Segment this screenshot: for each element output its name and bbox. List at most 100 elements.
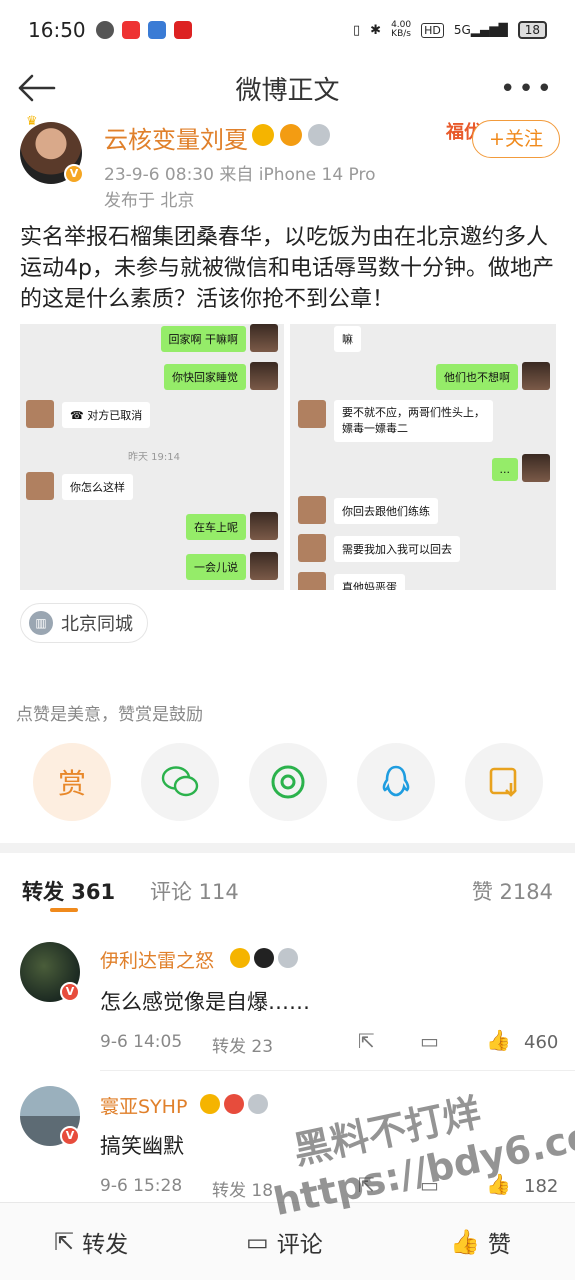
save-image-button[interactable]	[465, 743, 543, 821]
chat-bubble: 一会儿说	[186, 554, 246, 580]
tab-repost[interactable]: 转发 361	[22, 876, 115, 906]
follow-button[interactable]: +关注	[472, 120, 560, 158]
app-blue-icon	[147, 21, 166, 39]
location-chip[interactable]: ▥ 北京同城	[20, 603, 148, 643]
crown-badge-icon	[200, 1094, 220, 1114]
tab-like[interactable]: 赞 2184	[472, 876, 553, 906]
back-arrow-icon[interactable]	[16, 72, 56, 104]
app-red2-icon	[173, 21, 192, 39]
tab-comment[interactable]: 评论 114	[150, 876, 239, 906]
app-red-icon	[121, 21, 140, 39]
like-icon[interactable]: 👍	[486, 1028, 511, 1052]
repost-button[interactable]: ⇱ 转发	[54, 1225, 128, 1259]
wechat-icon	[161, 766, 199, 797]
chat-screenshot-left[interactable]: 回家啊 干嘛啊 你快回家睡觉 ☎ 对方已取消 昨天 19:14 你怎么这样 在车…	[20, 324, 284, 590]
chat-bubble: ☎ 对方已取消	[62, 402, 151, 428]
chat-bubble: 你怎么这样	[62, 474, 133, 500]
panda-badge-icon	[254, 948, 274, 968]
post-location: 发布于 北京	[104, 191, 195, 211]
chat-bubble: 你快回家睡觉	[164, 364, 246, 390]
chat-bubble: 他们也不想啊	[436, 364, 518, 390]
status-time: 16:50	[28, 18, 86, 42]
fan-badge-icon	[224, 1094, 244, 1114]
comment-item: V 伊利达雷之怒 怎么感觉像是自爆…… 9-6 14:05 转发 23 ⇱ ▭ …	[0, 936, 575, 1071]
battery-icon: 18	[517, 21, 547, 39]
reward-button[interactable]: 赏	[33, 743, 111, 821]
chat-avatar	[522, 362, 550, 390]
comment-icon: ▭	[246, 1228, 269, 1256]
post-author: V ♛ 云核变量刘夏 福优牛 +关注 23-9-6 08:30 来自 iPhon…	[20, 114, 560, 211]
commenter-name[interactable]: 伊利达雷之怒	[100, 946, 214, 973]
chat-avatar	[250, 512, 278, 540]
chat-avatar	[26, 472, 54, 500]
chat-avatar	[26, 400, 54, 428]
repost-icon: ⇱	[54, 1228, 75, 1256]
comment-like-count: 460	[524, 1032, 559, 1053]
section-divider	[0, 843, 575, 853]
share-row: 赏	[0, 743, 575, 823]
share-qq-button[interactable]	[357, 743, 435, 821]
author-badges	[252, 124, 330, 146]
chat-avatar	[522, 454, 550, 482]
chat-bubble: ...	[491, 458, 518, 481]
chat-avatar	[250, 324, 278, 352]
reply-icon[interactable]: ▭	[420, 1029, 439, 1053]
crown-icon: ♛	[26, 114, 38, 129]
page-title: 微博正文	[235, 75, 340, 106]
chat-bubble: 真他妈恶蛋	[334, 574, 405, 590]
more-options-icon[interactable]: •••	[500, 74, 555, 104]
chat-avatar	[298, 400, 326, 428]
verified-badge-icon: V	[64, 164, 84, 184]
active-tab-indicator	[50, 908, 78, 912]
chat-avatar	[298, 496, 326, 524]
share-icon[interactable]: ⇱	[358, 1029, 375, 1053]
interaction-tabs: 转发 361 评论 114 赞 2184	[0, 868, 575, 918]
verified-badge-icon: V	[60, 1126, 80, 1146]
chat-bubble: 在车上呢	[186, 514, 246, 540]
moments-icon	[271, 765, 305, 799]
medal-badge-icon	[278, 948, 298, 968]
chat-bubble: 回家啊 干嘛啊	[160, 326, 246, 352]
like-button[interactable]: 👍 赞	[450, 1225, 511, 1259]
commenter-badges	[230, 948, 298, 968]
chat-avatar	[298, 534, 326, 562]
chat-bubble: 嘛	[334, 326, 361, 352]
share-wechat-button[interactable]	[141, 743, 219, 821]
wechat-icon	[95, 21, 114, 39]
chat-bubble: 要不就不应，两哥们性头上， 嫖毒一嫖毒二	[334, 400, 493, 442]
comment-separator	[100, 1070, 575, 1071]
save-image-icon	[489, 767, 517, 797]
chat-avatar	[250, 362, 278, 390]
qq-icon	[382, 765, 410, 797]
comment-button[interactable]: ▭ 评论	[246, 1225, 323, 1259]
comment-like-count: 182	[524, 1176, 559, 1197]
commenter-badges	[200, 1094, 268, 1114]
comment-repost-count: 转发 18	[212, 1181, 274, 1201]
crown-badge-icon	[230, 948, 250, 968]
share-moments-button[interactable]	[249, 743, 327, 821]
comment-text: 搞笑幽默	[100, 1134, 184, 1158]
hd-icon: HD	[421, 22, 444, 38]
building-icon: ▥	[29, 611, 53, 635]
chat-timestamp: 昨天 19:14	[128, 452, 180, 463]
repost-label: 转发	[82, 1232, 129, 1258]
vibrate-icon: ▯	[353, 22, 361, 38]
post-body: 实名举报石榴集团桑春华，以吃饭为由在北京邀约多人运动4p，未参与就被微信和电话辱…	[20, 225, 554, 312]
phone-cancel-icon: ☎	[70, 409, 88, 422]
author-name[interactable]: 云核变量刘夏	[104, 120, 248, 155]
chat-bubble: 需要我加入我可以回去	[334, 536, 460, 562]
chat-avatar	[250, 552, 278, 580]
crown-badge-icon	[252, 124, 274, 146]
status-right: ▯ ✱ 4.00 KB/s HD 5G▂▄▆█ 18	[353, 21, 547, 39]
chat-bubble: 你回去跟他们练练	[334, 498, 438, 524]
signal-icon: 5G▂▄▆█	[453, 23, 508, 37]
net-speed: 4.00 KB/s	[391, 20, 412, 39]
status-bar: 16:50 ▯ ✱ 4.00 KB/s HD 5G▂▄▆█ 18	[0, 0, 575, 60]
chat-avatar	[298, 572, 326, 590]
chat-screenshot-right[interactable]: 嘛 他们也不想啊 要不就不应，两哥们性头上， 嫖毒一嫖毒二 ... 你回去跟他们练…	[290, 324, 556, 590]
commenter-name[interactable]: 寰亚SYHP	[100, 1092, 187, 1119]
comment-label: 评论	[276, 1232, 323, 1258]
reward-tip: 点赞是美意，赞赏是鼓励	[16, 705, 203, 725]
comment-repost-count: 转发 23	[212, 1037, 274, 1057]
post-time-source: 23-9-6 08:30 来自 iPhone 14 Pro	[104, 165, 376, 185]
